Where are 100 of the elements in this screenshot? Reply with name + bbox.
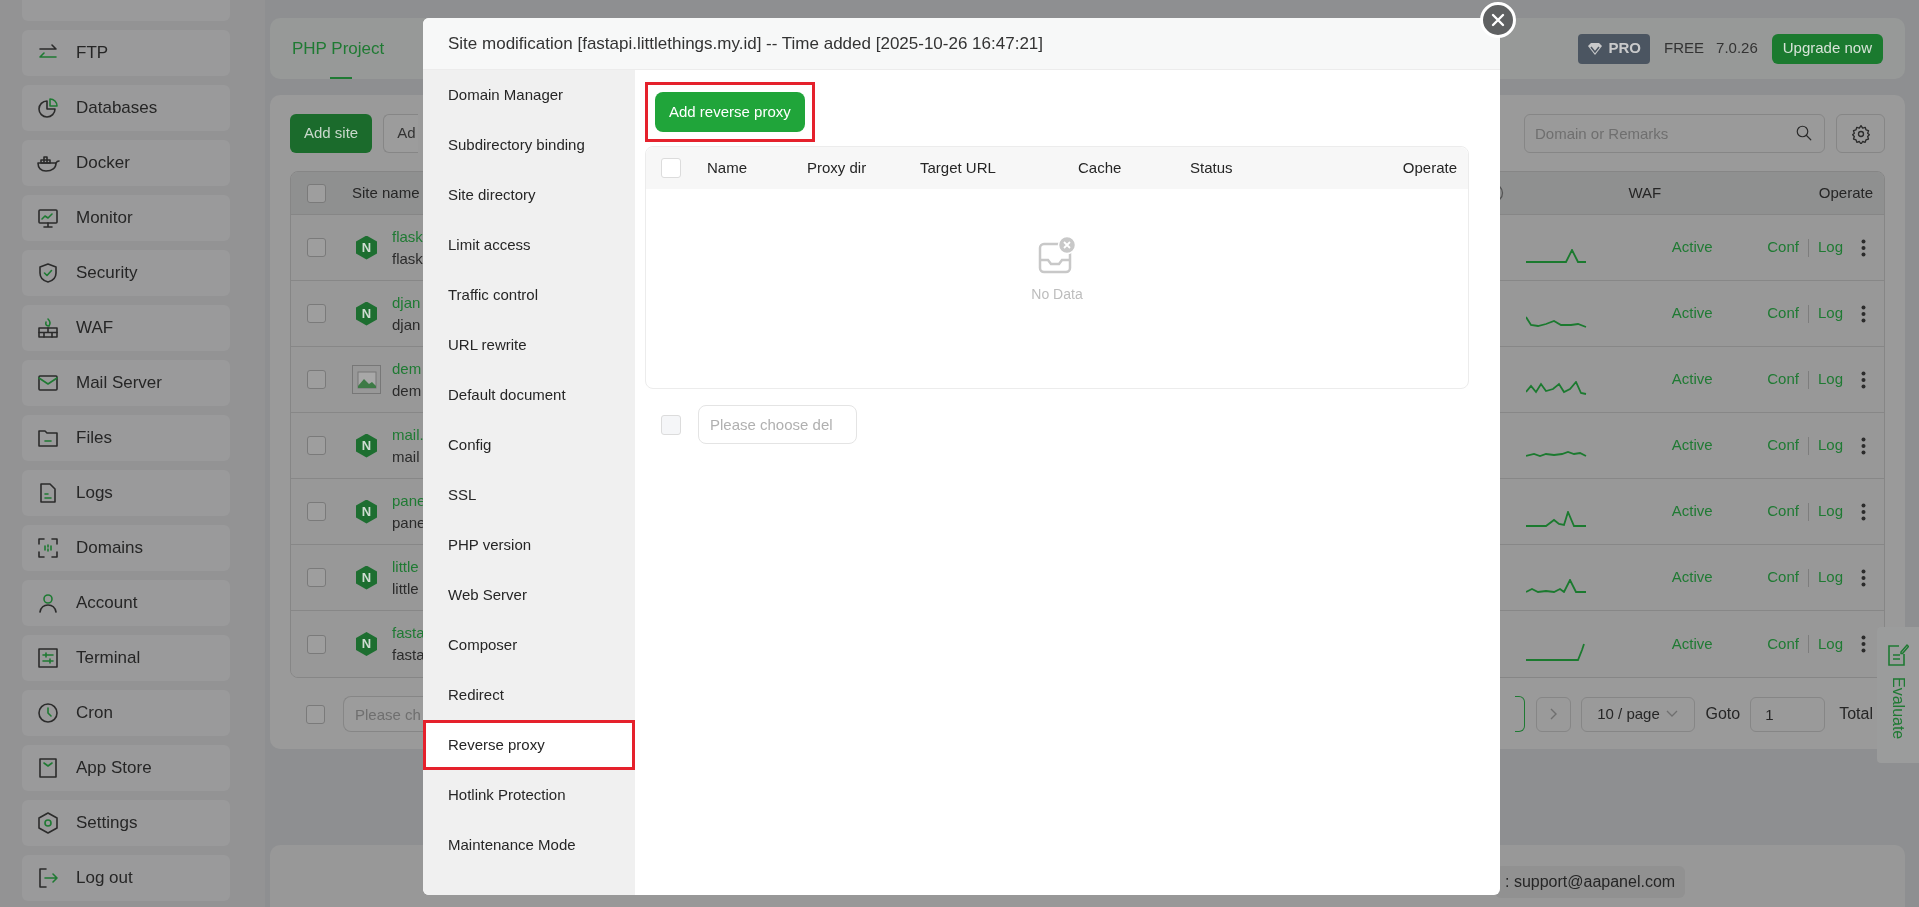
page-button[interactable]	[1514, 696, 1525, 732]
menu-item[interactable]: Web Server	[423, 570, 635, 620]
checkbox[interactable]	[307, 304, 326, 323]
server-logo: N	[356, 433, 377, 458]
checkbox[interactable]	[307, 370, 326, 389]
traffic-sparkline	[1526, 578, 1588, 593]
chevron-right-icon	[1549, 708, 1557, 720]
more-icon[interactable]	[1861, 304, 1866, 323]
menu-item[interactable]: URL rewrite	[423, 320, 635, 370]
menu-item[interactable]: Maintenance Mode	[423, 820, 635, 870]
pro-badge[interactable]: PRO	[1577, 33, 1651, 64]
chevron-down-icon	[1665, 710, 1678, 718]
checkbox[interactable]	[307, 436, 326, 455]
sidebar-item[interactable]: Databases	[22, 85, 230, 131]
checkbox[interactable]	[307, 183, 326, 203]
logout-icon	[36, 866, 60, 890]
column-header: Operate	[1818, 182, 1874, 203]
support-email: : support@aapanel.com	[1495, 866, 1686, 898]
menu-item[interactable]: Site directory	[423, 170, 635, 220]
traffic-sparkline	[1526, 450, 1588, 457]
column-header: Target URL	[920, 158, 996, 176]
traffic-sparkline	[1526, 380, 1588, 395]
evaluate-label: Evaluate	[1889, 677, 1908, 740]
sliders-icon	[36, 646, 60, 670]
add-reverse-proxy-button[interactable]: Add reverse proxy	[655, 92, 805, 132]
traffic-sparkline	[1526, 248, 1588, 263]
checkbox[interactable]	[306, 704, 325, 724]
close-button[interactable]	[1480, 2, 1516, 38]
column-header: Proxy dir	[807, 158, 867, 176]
note-edit-icon	[1887, 643, 1909, 667]
goto-label: Goto	[1705, 704, 1741, 724]
upgrade-button[interactable]: Upgrade now	[1771, 33, 1883, 64]
more-icon[interactable]	[1861, 635, 1866, 653]
column-header: Status	[1190, 158, 1233, 176]
menu-item[interactable]: SSL	[423, 470, 635, 520]
sidebar-item[interactable]: Monitor	[22, 195, 230, 241]
sidebar-item[interactable]: Domains	[22, 525, 230, 571]
more-icon[interactable]	[1861, 436, 1866, 455]
sidebar-item[interactable]: Cron	[22, 690, 230, 736]
empty-inbox-icon	[1038, 236, 1076, 276]
close-icon	[1490, 12, 1506, 28]
dialog-title: Site modification [fastapi.littlethings.my.id] -- Time added [2025-10-26 16:47:21]	[448, 32, 1043, 55]
pie-chart-icon	[36, 96, 60, 120]
site-remark: mail	[392, 446, 421, 467]
page-size-select[interactable]: 10 / page	[1580, 696, 1695, 732]
checkbox[interactable]	[307, 502, 326, 521]
sidebar-item[interactable]: App Store	[22, 745, 230, 791]
menu-item[interactable]: Limit access	[423, 220, 635, 270]
waf-status: Active	[1670, 369, 1714, 390]
page-input[interactable]: 1	[1750, 696, 1826, 732]
waf-status: Active	[1670, 567, 1714, 588]
more-icon[interactable]	[1861, 238, 1866, 257]
menu-item[interactable]: Config	[423, 420, 635, 470]
sidebar-item[interactable]: Docker	[22, 140, 230, 186]
server-logo: N	[356, 499, 377, 524]
user-icon	[36, 591, 60, 615]
checkbox[interactable]	[307, 568, 326, 587]
sidebar-item[interactable]: Terminal	[22, 635, 230, 681]
settings-button[interactable]	[1836, 114, 1885, 153]
sidebar-item[interactable]: FTP	[22, 30, 230, 76]
traffic-sparkline	[1526, 315, 1588, 328]
sidebar-item[interactable]: Logs	[22, 470, 230, 516]
checkbox[interactable]	[307, 634, 326, 654]
toolbar-button[interactable]: Ad	[383, 114, 419, 153]
settings-icon	[1850, 123, 1871, 144]
sidebar-item[interactable]: Account	[22, 580, 230, 626]
next-page-button[interactable]	[1535, 696, 1571, 732]
total-label: Total	[1839, 704, 1873, 724]
add-site-button[interactable]: Add site	[290, 114, 373, 153]
settings-icon	[36, 811, 60, 835]
menu-item[interactable]: Default document	[423, 370, 635, 420]
menu-item[interactable]: Composer	[423, 620, 635, 670]
checkbox[interactable]	[307, 238, 326, 257]
sidebar-item[interactable]: Settings	[22, 800, 230, 846]
sidebar-item[interactable]: Files	[22, 415, 230, 461]
sidebar-item[interactable]: Mail Server	[22, 360, 230, 406]
menu-item[interactable]: Domain Manager	[423, 70, 635, 120]
column-header: Cache	[1078, 158, 1122, 176]
waf-status: Active	[1670, 501, 1714, 522]
sidebar-item[interactable]: WAF	[22, 305, 230, 351]
column-header: Name	[707, 158, 747, 176]
site-remark: dem	[392, 380, 422, 401]
more-icon[interactable]	[1861, 568, 1866, 587]
server-logo: N	[356, 235, 377, 260]
menu-item[interactable]: Traffic control	[423, 270, 635, 320]
menu-item[interactable]: Redirect	[423, 670, 635, 720]
server-logo: N	[356, 301, 377, 326]
sidebar-item[interactable]: Log out	[22, 855, 230, 901]
more-icon[interactable]	[1861, 502, 1866, 521]
menu-item[interactable]: Reverse proxy	[423, 720, 635, 770]
menu-item[interactable]: Subdirectory binding	[423, 120, 635, 170]
waf-status: Active	[1670, 633, 1714, 654]
sidebar-item[interactable]: Security	[22, 250, 230, 296]
diamond-icon	[1586, 41, 1603, 56]
clock-icon	[36, 701, 60, 725]
plan-label: FREE	[1664, 38, 1705, 59]
more-icon[interactable]	[1861, 370, 1866, 389]
menu-item[interactable]: Hotlink Protection	[423, 770, 635, 820]
server-logo: N	[356, 632, 377, 656]
menu-item[interactable]: PHP version	[423, 520, 635, 570]
